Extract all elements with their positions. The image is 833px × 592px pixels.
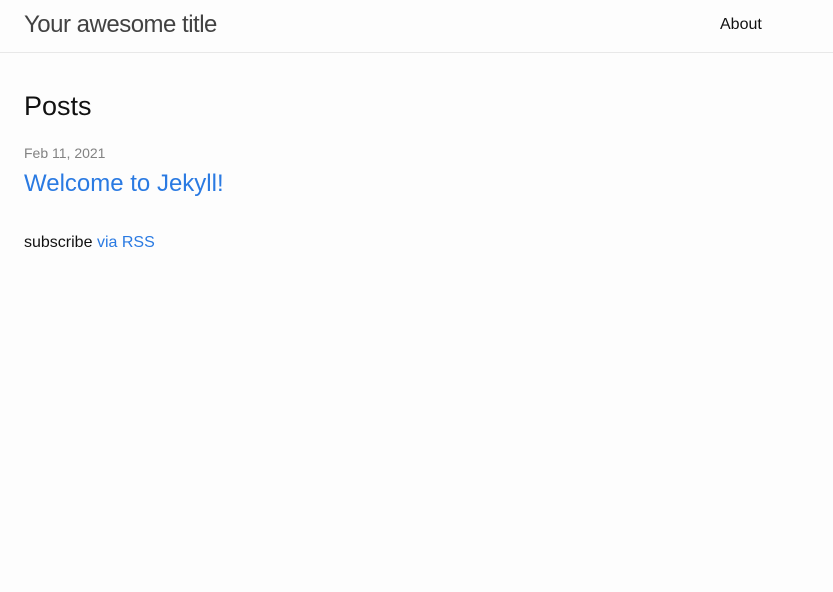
page-heading: Posts	[24, 91, 92, 121]
rss-link[interactable]: via RSS	[97, 234, 155, 251]
nav-link-about[interactable]: About	[720, 15, 762, 35]
site-header: Your awesome title About	[0, 0, 833, 53]
post-list: Feb 11, 2021 Welcome to Jekyll!	[24, 144, 224, 199]
post-title-link[interactable]: Welcome to Jekyll!	[24, 169, 224, 199]
rss-prefix-text: subscribe	[24, 234, 93, 251]
site-title-link[interactable]: Your awesome title	[24, 10, 217, 40]
rss-subscribe: subscribe via RSS	[24, 233, 155, 253]
post-date: Feb 11, 2021	[24, 145, 106, 161]
post-list-item: Feb 11, 2021 Welcome to Jekyll!	[24, 144, 224, 199]
